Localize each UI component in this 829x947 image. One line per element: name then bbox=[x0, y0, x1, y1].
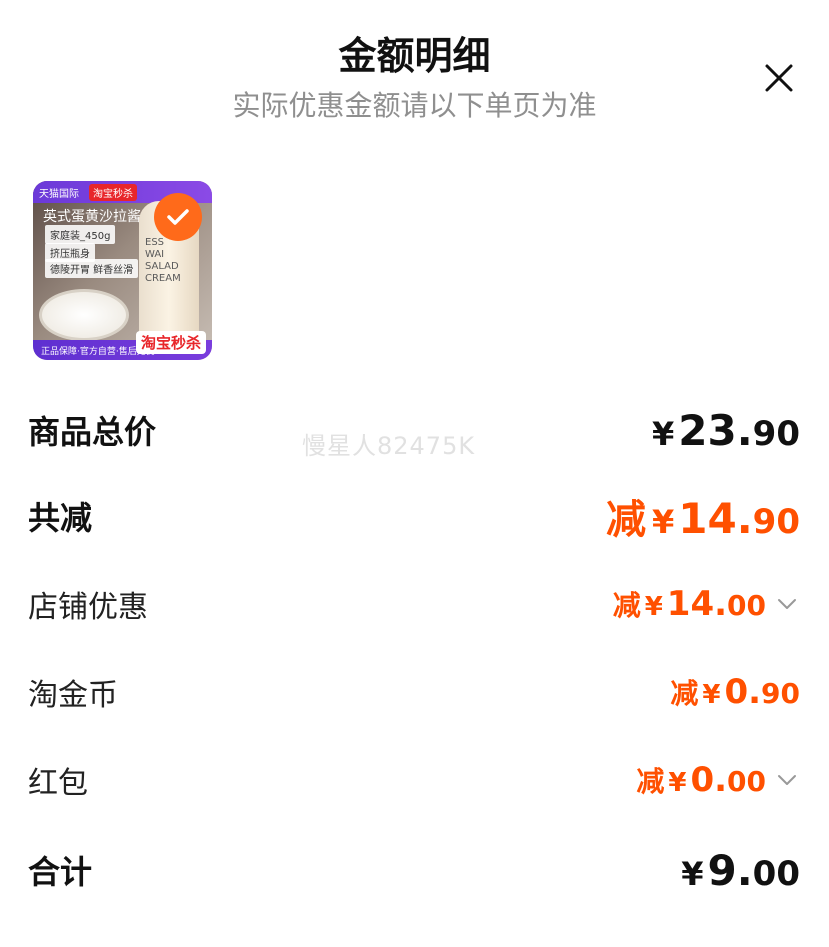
checkmark-icon bbox=[167, 209, 189, 225]
total-reduce-label: 共减 bbox=[28, 499, 93, 537]
amount-decimal: 90 bbox=[761, 677, 800, 710]
shop-discount-amount: 减 ¥ 14. 00 bbox=[613, 584, 800, 624]
amount-integer: 0. bbox=[724, 672, 762, 712]
thumbnail-feature-tag-2: 德陵开胃 鲜香丝滑 bbox=[45, 259, 139, 278]
amount-integer: 23. bbox=[678, 405, 753, 455]
amount-decimal: 00 bbox=[752, 853, 800, 894]
sum-label: 合计 bbox=[28, 853, 93, 891]
sheet-subtitle: 实际优惠金额请以下单页为准 bbox=[232, 89, 597, 122]
close-button[interactable] bbox=[759, 58, 799, 98]
shop-discount-label: 店铺优惠 bbox=[28, 590, 148, 625]
sum-amount: ¥ 9. 00 bbox=[681, 846, 800, 895]
reduce-prefix: 减 bbox=[612, 589, 641, 622]
hongbao-amount: 减 ¥ 0. 00 bbox=[636, 760, 800, 800]
amount-decimal: 90 bbox=[752, 502, 800, 542]
amount-integer: 14. bbox=[678, 494, 753, 543]
amount-integer: 9. bbox=[707, 845, 753, 895]
row-total-price: 商品总价 ¥ 23. 90 bbox=[28, 400, 800, 460]
chevron-down-icon[interactable] bbox=[774, 767, 800, 793]
total-reduce-amount: 减 ¥ 14. 90 bbox=[606, 487, 800, 545]
reduce-prefix: 减 bbox=[636, 765, 665, 798]
taojinbi-amount: 减 ¥ 0. 90 bbox=[670, 672, 800, 712]
amount-detail-sheet: 金额明细 实际优惠金额请以下单页为准 天猫国际 淘宝秒杀 英式蛋黄沙拉酱 家庭装… bbox=[0, 0, 829, 947]
currency-symbol: ¥ bbox=[681, 854, 704, 893]
currency-symbol: ¥ bbox=[652, 503, 675, 541]
total-price-label: 商品总价 bbox=[28, 413, 157, 451]
amount-integer: 14. bbox=[666, 584, 728, 624]
total-price-amount: ¥ 23. 90 bbox=[652, 406, 800, 455]
taojinbi-label: 淘金币 bbox=[28, 678, 118, 713]
currency-symbol: ¥ bbox=[702, 680, 721, 710]
chevron-down-icon[interactable] bbox=[774, 591, 800, 617]
hongbao-label: 红包 bbox=[28, 766, 88, 801]
amount-integer: 0. bbox=[690, 760, 728, 800]
amount-decimal: 90 bbox=[752, 413, 800, 454]
amount-decimal: 00 bbox=[727, 765, 766, 798]
currency-symbol: ¥ bbox=[644, 592, 663, 622]
row-hongbao[interactable]: 红包 减 ¥ 0. 00 bbox=[28, 750, 800, 810]
salad-bowl-image bbox=[39, 289, 129, 341]
sheet-header: 金额明细 实际优惠金额请以下单页为准 bbox=[0, 28, 829, 126]
sheet-title: 金额明细 bbox=[338, 34, 491, 78]
amount-decimal: 00 bbox=[727, 589, 766, 622]
row-taojinbi: 淘金币 减 ¥ 0. 90 bbox=[28, 662, 800, 722]
row-total-reduce: 共减 减 ¥ 14. 90 bbox=[28, 486, 800, 546]
bottle-label: ESS WAI SALAD CREAM bbox=[145, 237, 181, 284]
row-shop-discount[interactable]: 店铺优惠 减 ¥ 14. 00 bbox=[28, 574, 800, 634]
currency-symbol: ¥ bbox=[652, 414, 675, 453]
reduce-prefix: 减 bbox=[606, 497, 646, 543]
currency-symbol: ¥ bbox=[668, 768, 687, 798]
close-icon bbox=[765, 64, 793, 92]
selected-check-badge bbox=[154, 193, 202, 241]
thumbnail-miaosha-badge: 淘宝秒杀 bbox=[135, 331, 206, 354]
thumbnail-top-tag: 淘宝秒杀 bbox=[89, 184, 137, 201]
row-sum: 合计 ¥ 9. 00 bbox=[28, 840, 800, 900]
thumbnail-brand-text: 天猫国际 bbox=[39, 189, 79, 200]
thumbnail-product-name: 英式蛋黄沙拉酱 bbox=[43, 209, 141, 225]
thumbnail-spec-tag: 家庭装_450g bbox=[45, 225, 116, 244]
reduce-prefix: 减 bbox=[670, 677, 699, 710]
